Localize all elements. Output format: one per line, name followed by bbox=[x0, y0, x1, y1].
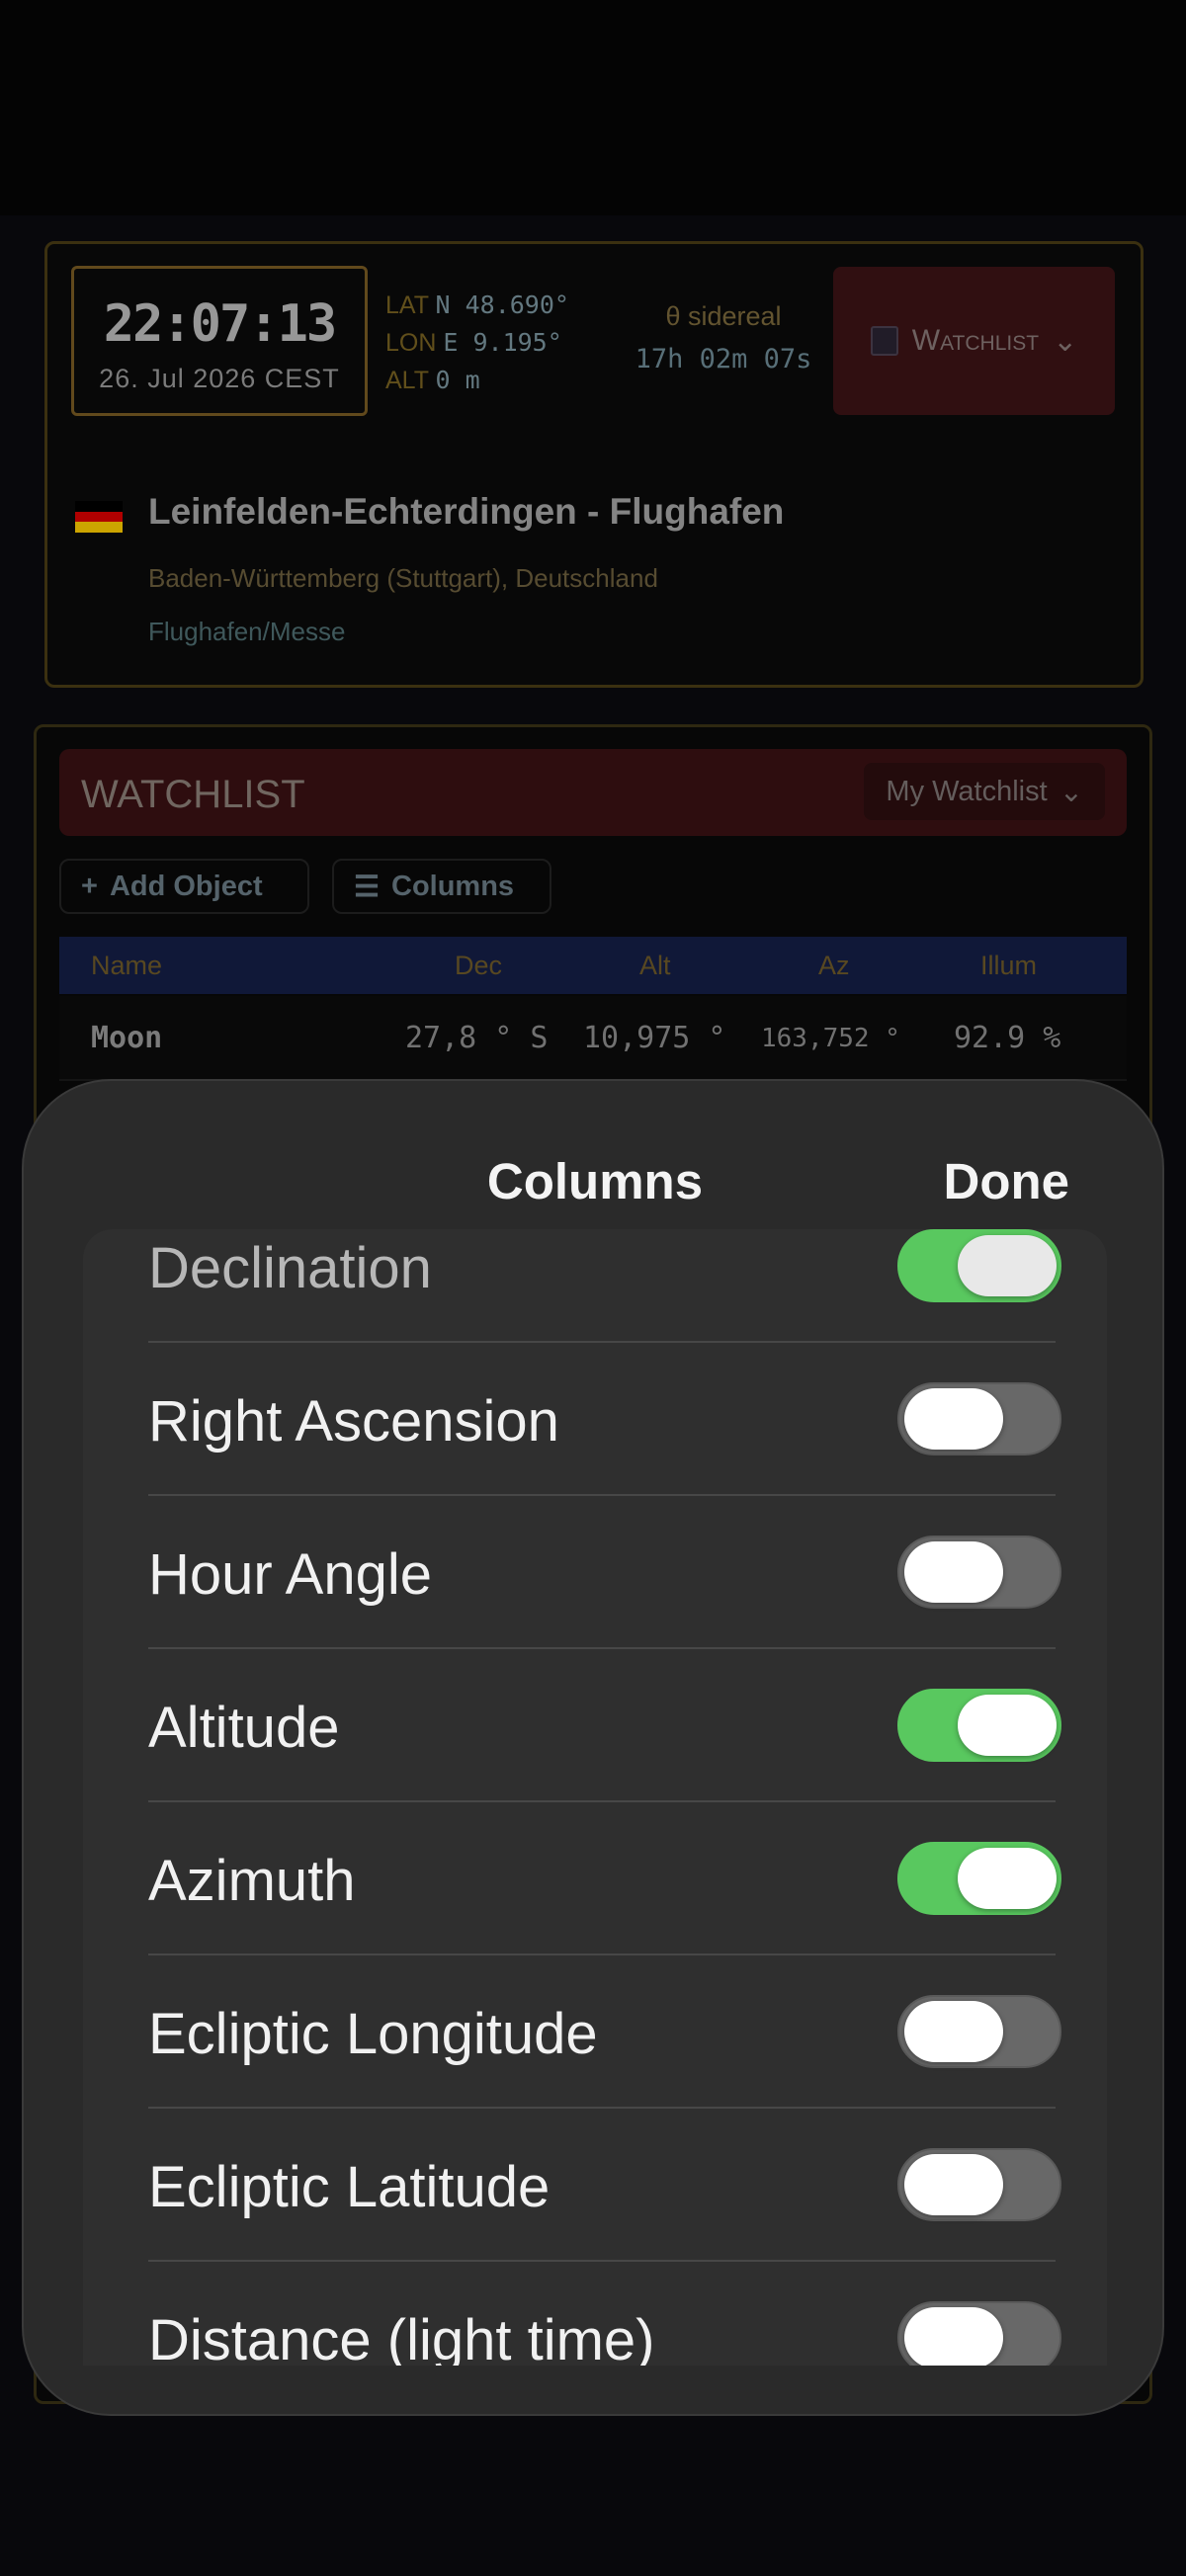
done-button[interactable]: Done bbox=[944, 1152, 1070, 1210]
column-toggle[interactable] bbox=[897, 1842, 1061, 1915]
column-label: Ecliptic Longitude bbox=[148, 2002, 598, 2066]
toggle-knob bbox=[904, 1541, 1003, 1603]
column-row: Altitude bbox=[83, 1649, 1107, 1802]
column-toggle[interactable] bbox=[897, 1995, 1061, 2068]
toggle-knob bbox=[958, 1848, 1057, 1909]
toggle-knob bbox=[904, 2001, 1003, 2062]
columns-list: Declination Right Ascension Hour Angle Alti… bbox=[83, 1229, 1107, 2366]
column-row: Ecliptic Latitude bbox=[83, 2109, 1107, 2262]
column-row: Azimuth bbox=[83, 1802, 1107, 1955]
column-label: Declination bbox=[148, 1236, 432, 1300]
column-label: Distance (light time) bbox=[148, 2308, 655, 2366]
column-row: Distance (light time) bbox=[83, 2262, 1107, 2366]
column-label: Right Ascension bbox=[148, 1389, 559, 1454]
columns-sheet: Columns Done Declination Right Ascension H… bbox=[22, 1079, 1164, 2416]
column-toggle[interactable] bbox=[897, 2301, 1061, 2366]
column-row: Right Ascension bbox=[83, 1343, 1107, 1496]
column-label: Azimuth bbox=[148, 1849, 356, 1913]
toggle-knob bbox=[904, 2307, 1003, 2366]
toggle-knob bbox=[958, 1695, 1057, 1756]
toggle-knob bbox=[958, 1235, 1057, 1296]
toggle-knob bbox=[904, 2154, 1003, 2215]
column-row: Ecliptic Longitude bbox=[83, 1955, 1107, 2109]
column-toggle[interactable] bbox=[897, 1689, 1061, 1762]
column-toggle[interactable] bbox=[897, 2148, 1061, 2221]
column-row: Declination bbox=[83, 1229, 1107, 1343]
column-label: Ecliptic Latitude bbox=[148, 2155, 551, 2219]
toggle-knob bbox=[904, 1388, 1003, 1450]
column-row: Hour Angle bbox=[83, 1496, 1107, 1649]
column-toggle[interactable] bbox=[897, 1536, 1061, 1609]
column-label: Altitude bbox=[148, 1696, 340, 1760]
column-toggle[interactable] bbox=[897, 1229, 1061, 1302]
column-label: Hour Angle bbox=[148, 1542, 432, 1607]
column-toggle[interactable] bbox=[897, 1382, 1061, 1455]
